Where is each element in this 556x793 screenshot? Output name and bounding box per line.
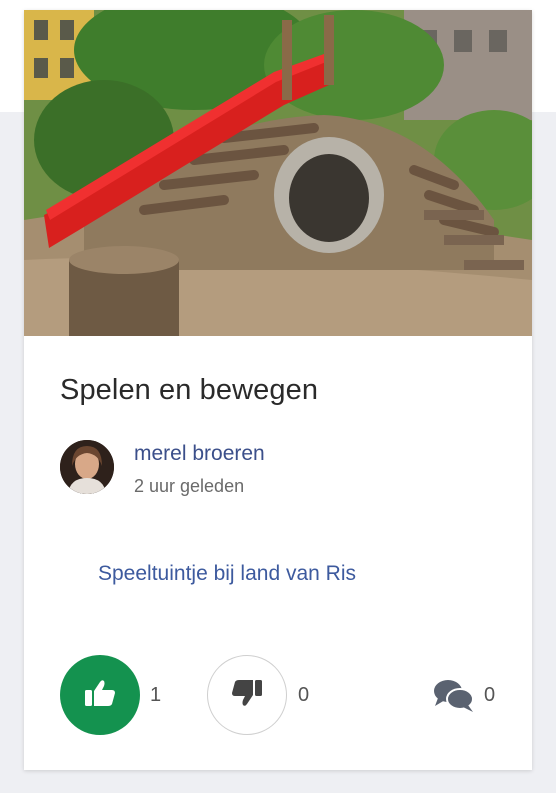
like-button[interactable] <box>60 655 140 735</box>
author-name[interactable]: merel broeren <box>134 442 265 466</box>
comment-count: 0 <box>484 684 496 706</box>
comments-icon[interactable] <box>432 678 476 714</box>
author-avatar[interactable] <box>60 440 114 494</box>
thumbs-up-icon <box>83 678 117 713</box>
dislike-button[interactable] <box>207 655 287 735</box>
post-time: 2 uur geleden <box>134 476 245 496</box>
dislike-count: 0 <box>298 684 310 706</box>
post-title: Spelen en bewegen <box>60 374 319 406</box>
thumbs-down-icon <box>230 678 264 713</box>
like-count: 1 <box>150 684 162 706</box>
post-card[interactable]: Spelen en bewegen merel broeren 2 uur ge… <box>24 10 532 770</box>
post-description: Speeltuintje bij land van Ris <box>98 562 356 585</box>
post-photo <box>24 10 532 336</box>
